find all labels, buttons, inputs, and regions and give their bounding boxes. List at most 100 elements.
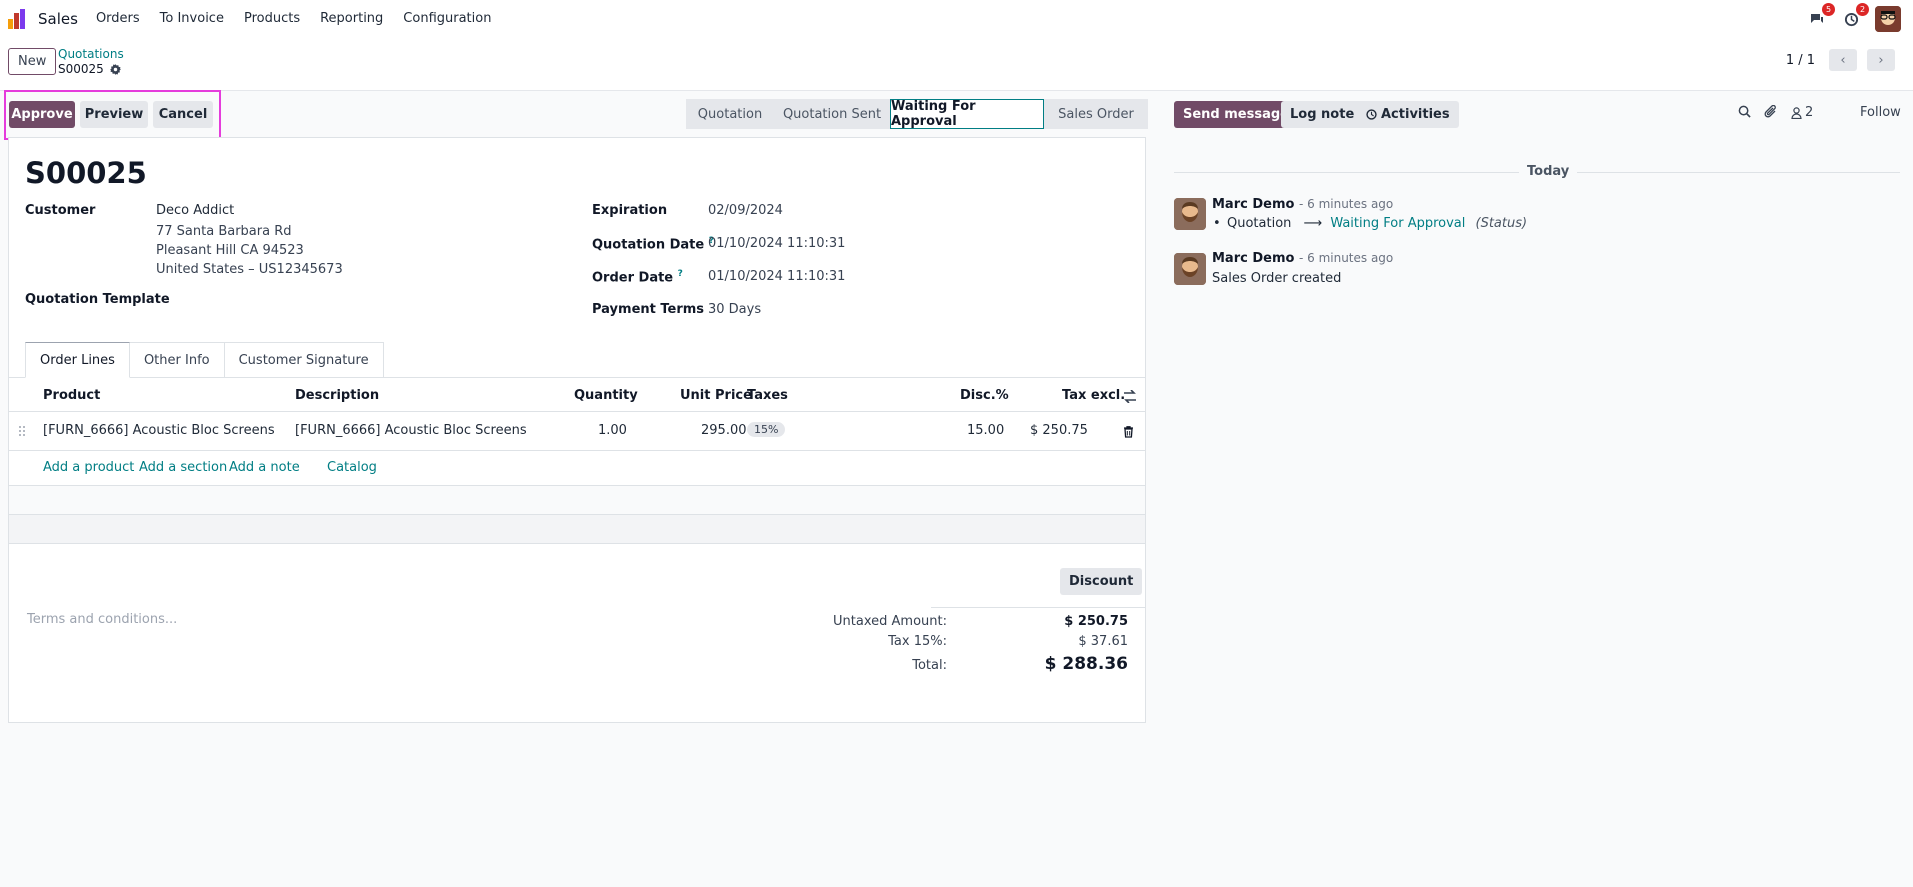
menu-reporting[interactable]: Reporting [320,11,383,26]
user-avatar[interactable] [1875,6,1901,32]
message-time: - 6 minutes ago [1298,197,1394,211]
order-name: S00025 [25,156,147,190]
order-date-label: Order Date ? [592,269,683,286]
preview-button[interactable]: Preview [80,101,148,128]
message-body: Sales Order created [1212,271,1342,286]
stage-sales-order[interactable]: Sales Order [1044,99,1148,129]
customer-address-line1: 77 Santa Barbara Rd [156,224,292,239]
line-quantity[interactable]: 1.00 [598,423,627,438]
avatar[interactable] [1174,253,1206,285]
pager: 1 / 1 ‹ › [1786,49,1895,71]
menu-to-invoice[interactable]: To Invoice [160,11,224,26]
add-note-link[interactable]: Add a note [229,460,300,475]
old-status-value: Quotation [1227,216,1292,231]
stage-quotation-sent[interactable]: Quotation Sent [774,99,890,129]
top-navbar: Sales Orders To Invoice Products Reporti… [0,0,1913,37]
search-icon[interactable] [1738,105,1751,118]
gear-icon[interactable] [109,63,121,75]
customer-address-line3: United States – US12345673 [156,262,343,277]
log-note-button[interactable]: Log note [1281,101,1364,128]
bullet: • [1213,216,1221,231]
discount-button[interactable]: Discount [1060,568,1143,595]
customer-name[interactable]: Deco Addict [156,203,234,218]
col-unit-price[interactable]: Unit Price [680,388,752,403]
message-author[interactable]: Marc Demo - 6 minutes ago [1212,197,1393,212]
empty-row [9,486,1145,514]
quotation-template-label: Quotation Template [25,292,170,307]
tracking-value-change: • Quotation ⟶ Waiting For Approval (Stat… [1213,216,1528,231]
trash-icon[interactable] [1123,426,1134,438]
message-time: - 6 minutes ago [1298,251,1394,265]
stage-waiting-for-approval[interactable]: Waiting For Approval [890,99,1044,129]
activities-clock-icon[interactable]: 2 [1841,3,1869,29]
untaxed-amount-value: $ 250.75 [1064,614,1128,629]
add-product-link[interactable]: Add a product [43,460,134,475]
clock-icon [1366,109,1377,120]
total-value: $ 288.36 [1044,654,1128,674]
avatar[interactable] [1174,198,1206,230]
col-tax-excl[interactable]: Tax excl. [1062,388,1125,403]
message-author[interactable]: Marc Demo - 6 minutes ago [1212,251,1393,266]
pager-previous-button[interactable]: ‹ [1829,49,1857,71]
col-taxes[interactable]: Taxes [747,388,788,403]
breadcrumb-quotations[interactable]: Quotations [58,47,124,61]
sales-app-icon[interactable] [8,8,28,29]
tab-other-info[interactable]: Other Info [129,342,225,378]
cancel-button[interactable]: Cancel [153,101,213,128]
messages-badge: 5 [1822,3,1835,16]
order-date-field[interactable]: 01/10/2024 11:10:31 [708,269,845,284]
paperclip-icon[interactable] [1764,105,1778,119]
col-quantity[interactable]: Quantity [574,388,638,403]
add-section-link[interactable]: Add a section [139,460,227,475]
send-message-button[interactable]: Send message [1174,101,1298,128]
activities-badge: 2 [1856,3,1869,16]
new-button[interactable]: New [8,48,57,75]
breadcrumb-current-label: S00025 [58,62,104,76]
terms-and-conditions-input[interactable]: Terms and conditions... [27,612,177,627]
tax-badge[interactable]: 15% [747,422,786,437]
messages-icon[interactable]: 5 [1807,3,1835,29]
menu-products[interactable]: Products [244,11,300,26]
today-label: Today [1519,164,1578,179]
tracked-field-name: (Status) [1475,216,1528,231]
approve-button[interactable]: Approve [9,101,75,128]
menu-orders[interactable]: Orders [96,11,140,26]
new-status-value: Waiting For Approval [1330,216,1466,231]
tab-customer-signature[interactable]: Customer Signature [224,342,384,378]
stage-quotation[interactable]: Quotation [686,99,774,129]
header-divider [9,411,1145,412]
followers-button[interactable]: 2 [1791,105,1813,120]
payment-terms-field[interactable]: 30 Days [708,302,761,317]
line-product[interactable]: [FURN_6666] Acoustic Bloc Screens [43,423,275,438]
breadcrumb-current: S00025 [58,62,121,76]
col-product[interactable]: Product [43,388,100,403]
customer-address-line2: Pleasant Hill CA 94523 [156,243,304,258]
chevron-left-icon: ‹ [1840,52,1846,68]
tax-label: Tax 15%: [888,634,947,649]
expiration-field[interactable]: 02/09/2024 [708,203,783,218]
pager-value[interactable]: 1 / 1 [1786,53,1815,68]
customer-label: Customer [25,203,96,218]
activities-button[interactable]: Activities [1357,101,1459,128]
pager-next-button[interactable]: › [1867,49,1895,71]
menu-configuration[interactable]: Configuration [403,11,491,26]
column-settings-icon[interactable] [1123,390,1137,403]
activities-label: Activities [1381,107,1450,122]
control-panel: New Quotations S00025 1 / 1 ‹ › [0,37,1913,91]
line-description[interactable]: [FURN_6666] Acoustic Bloc Screens [295,423,527,438]
col-description[interactable]: Description [295,388,379,403]
quotation-date-label: Quotation Date ? [592,236,714,253]
follow-button[interactable]: Follow [1860,105,1901,120]
quotation-date-field[interactable]: 01/10/2024 11:10:31 [708,236,845,251]
line-discount[interactable]: 15.00 [967,423,1004,438]
arrow-right-icon: ⟶ [1303,216,1323,231]
col-discount[interactable]: Disc.% [960,388,1009,403]
help-icon[interactable]: ? [678,269,683,279]
app-name[interactable]: Sales [38,10,78,28]
drag-handle-icon[interactable] [18,425,26,437]
catalog-link[interactable]: Catalog [327,460,377,475]
tab-order-lines[interactable]: Order Lines [25,342,130,378]
line-tax-excl: $ 250.75 [1030,423,1088,438]
untaxed-amount-label: Untaxed Amount: [833,614,947,629]
line-unit-price[interactable]: 295.00 [701,423,747,438]
